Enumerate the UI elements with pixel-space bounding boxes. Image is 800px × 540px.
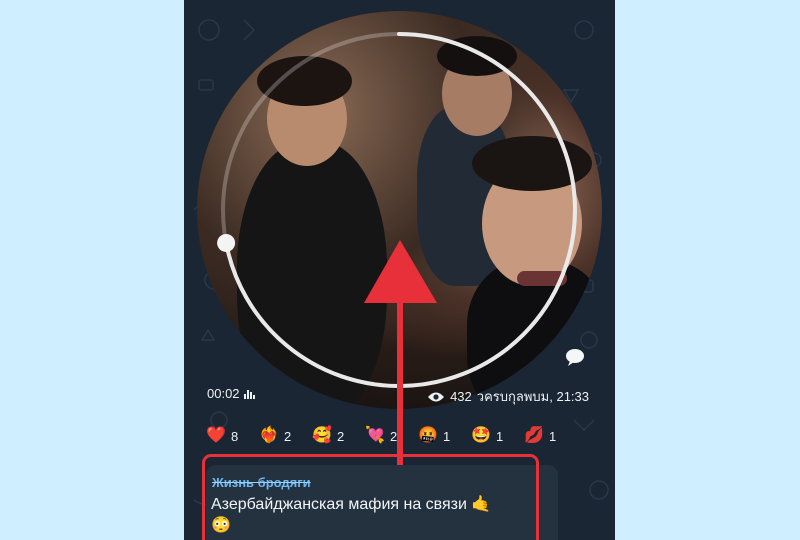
reaction-heart-arrow[interactable]: 💘 2 xyxy=(365,424,418,448)
reaction-count: 2 xyxy=(337,428,345,444)
angry-face-icon: 🤬 xyxy=(418,427,438,444)
video-progress-ring xyxy=(217,32,577,388)
reaction-count: 1 xyxy=(549,428,557,444)
reaction-smiling-hearts[interactable]: 🥰 2 xyxy=(312,424,365,448)
reaction-count: 1 xyxy=(496,428,504,444)
star-struck-icon: 🤩 xyxy=(471,427,491,444)
comment-icon[interactable] xyxy=(564,347,586,367)
reaction-count: 2 xyxy=(284,428,292,444)
heart-on-fire-icon: ❤️‍🔥 xyxy=(259,427,279,444)
kiss-mark-icon: 💋 xyxy=(524,427,544,444)
highlight-box xyxy=(202,454,539,540)
video-info: 432 วครบกุลพบม, 21:33 xyxy=(427,386,589,407)
video-duration: 00:02 xyxy=(207,386,255,401)
heart-arrow-icon: 💘 xyxy=(365,427,385,444)
reaction-heart[interactable]: ❤️ 8 xyxy=(206,424,259,448)
heart-icon: ❤️ xyxy=(206,427,226,444)
duration-label: 00:02 xyxy=(207,386,240,401)
reaction-count: 8 xyxy=(231,428,239,444)
reaction-angry[interactable]: 🤬 1 xyxy=(418,424,471,448)
reaction-count: 1 xyxy=(443,428,451,444)
reaction-heart-on-fire[interactable]: ❤️‍🔥 2 xyxy=(259,424,312,448)
eye-icon xyxy=(428,392,445,401)
chat-window: 00:02 432 วครบกุลพบม, 21:33 ❤️ 8 ❤️‍🔥 2 … xyxy=(184,0,615,540)
audio-bars-icon xyxy=(243,389,255,399)
reaction-kiss[interactable]: 💋 1 xyxy=(524,424,577,448)
reactions-bar: ❤️ 8 ❤️‍🔥 2 🥰 2 💘 2 🤬 1 🤩 1 💋 1 xyxy=(206,424,577,448)
progress-handle[interactable] xyxy=(217,233,236,252)
reaction-star-struck[interactable]: 🤩 1 xyxy=(471,424,524,448)
reaction-count: 2 xyxy=(390,428,398,444)
message-time: วครบกุลพบม, 21:33 xyxy=(476,389,589,404)
smiling-face-hearts-icon: 🥰 xyxy=(312,427,332,444)
view-count: 432 xyxy=(450,389,472,404)
